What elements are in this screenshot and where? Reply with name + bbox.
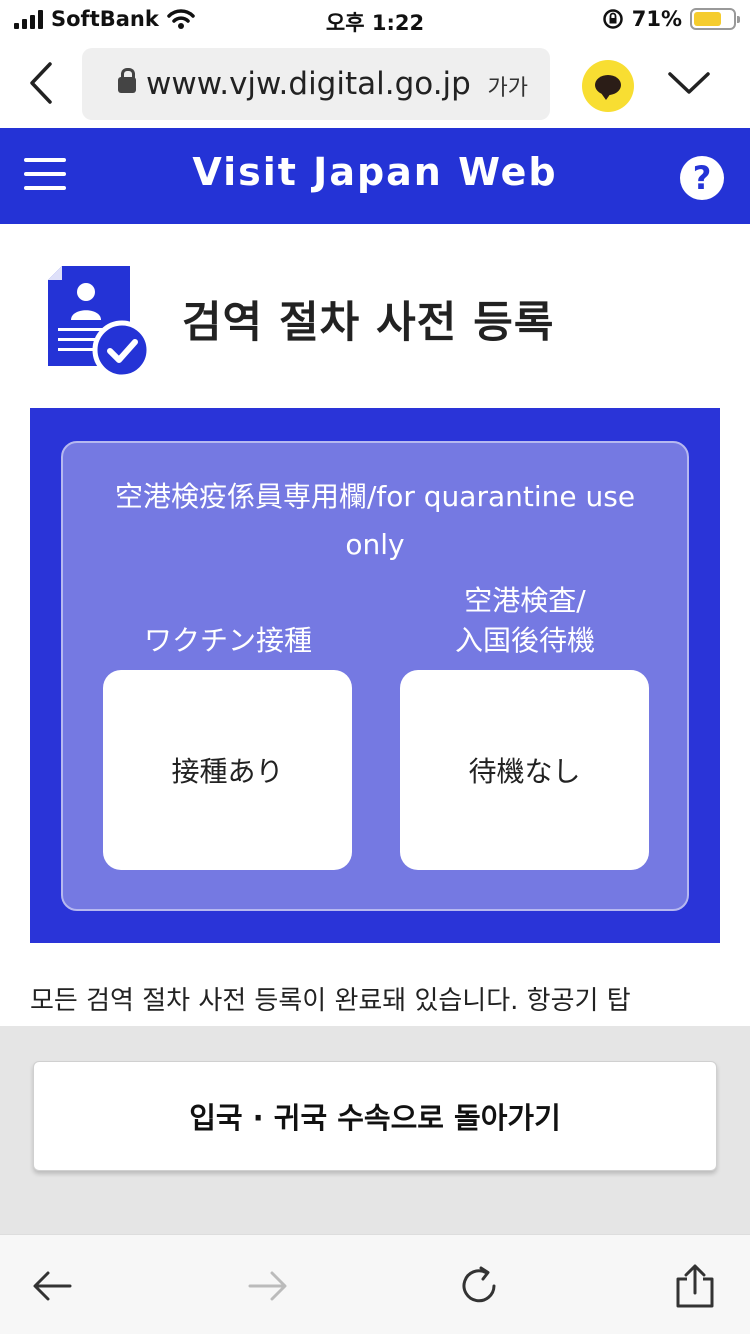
chevron-down-icon[interactable]	[664, 62, 714, 102]
vaccine-label: ワクチン接種	[143, 624, 312, 657]
battery-fill	[694, 12, 721, 26]
browser-toolbar	[0, 1234, 750, 1334]
quarantine-card: 空港検疫係員専用欄/for quarantine use only ワクチン接種…	[61, 441, 689, 911]
kakao-button[interactable]	[582, 60, 634, 112]
lock-icon	[118, 68, 136, 93]
page-title-row: 검역 절차 사전 등록	[0, 224, 750, 408]
status-bar: SoftBank 오후 1:22 71%	[0, 0, 750, 40]
font-size-button[interactable]: 가가	[488, 70, 528, 102]
help-icon[interactable]: ?	[680, 156, 724, 200]
rotation-lock-icon	[602, 9, 623, 29]
vaccine-status-card: 接種あり	[103, 670, 352, 870]
action-area: 입국 · 귀국 수속으로 돌아가기	[0, 1026, 750, 1234]
quarantine-panel: 空港検疫係員専用欄/for quarantine use only ワクチン接種…	[30, 408, 720, 943]
url-field[interactable]: www.vjw.digital.go.jp 가가	[82, 48, 550, 120]
testing-label-line1: 空港検査/	[464, 584, 586, 617]
vaccine-status: 接種あり	[171, 755, 284, 788]
page-title: 검역 절차 사전 등록	[182, 298, 555, 348]
site-title: Visit Japan Web	[192, 150, 558, 194]
testing-status: 待機なし	[468, 755, 581, 788]
completion-notice: 모든 검역 절차 사전 등록이 완료돼 있습니다. 항공기 탑	[30, 986, 631, 1016]
quarantine-heading: 空港検疫係員専用欄/for quarantine use only	[114, 480, 636, 561]
testing-status-card: 待機なし	[400, 670, 649, 870]
battery-icon	[690, 8, 740, 30]
return-to-procedures-button[interactable]: 입국 · 귀국 수속으로 돌아가기	[33, 1061, 717, 1171]
status-right: 71%	[602, 7, 740, 31]
battery-percent: 71%	[631, 7, 682, 31]
site-header: Visit Japan Web ?	[0, 128, 750, 224]
reload-icon[interactable]	[456, 1263, 502, 1309]
testing-label: 空港検査/ 入国後待機	[400, 581, 650, 661]
browser-address-bar: www.vjw.digital.go.jp 가가	[0, 40, 750, 168]
share-icon[interactable]	[672, 1263, 718, 1309]
testing-label-line2: 入国後待機	[454, 624, 595, 657]
url-text: www.vjw.digital.go.jp	[146, 66, 471, 102]
browser-back-icon[interactable]	[18, 58, 68, 108]
back-arrow-icon[interactable]	[30, 1263, 76, 1309]
forward-arrow-icon[interactable]	[244, 1263, 290, 1309]
registration-document-icon	[48, 266, 152, 380]
chat-bubble-icon	[595, 75, 621, 100]
